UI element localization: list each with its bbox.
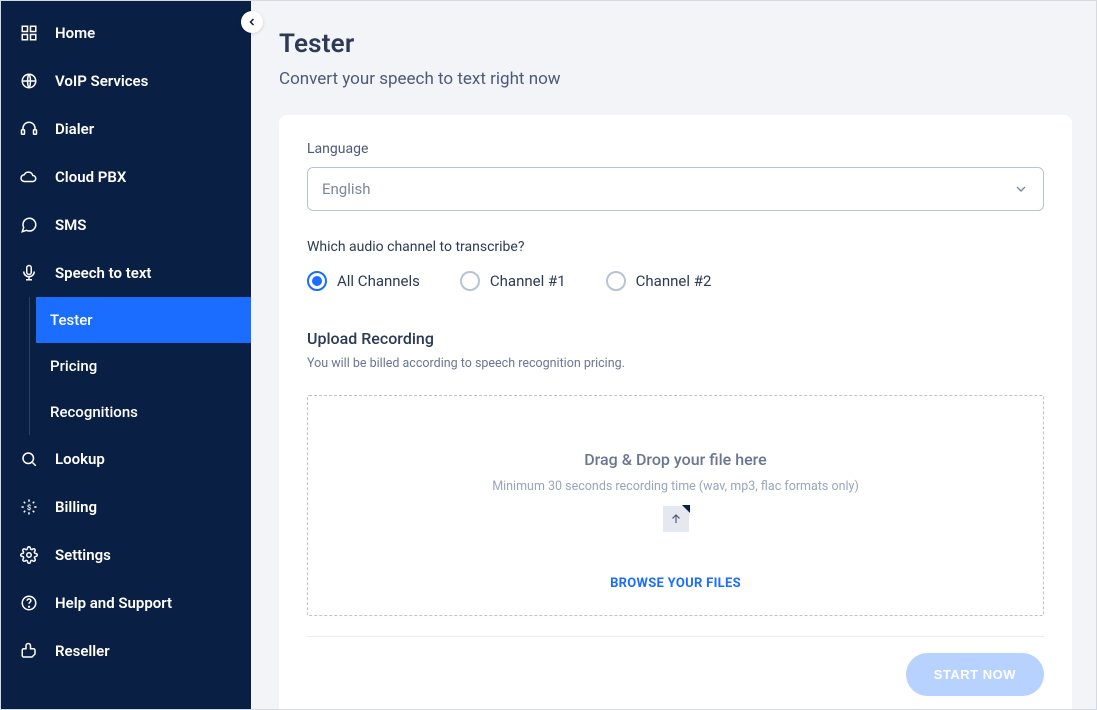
sidebar-item-sms[interactable]: SMS — [1, 201, 251, 249]
chevron-down-icon — [1013, 181, 1029, 197]
radio-circle-icon — [460, 271, 480, 291]
sidebar-subitem-recognitions[interactable]: Recognitions — [30, 389, 251, 435]
language-label: Language — [307, 141, 1044, 157]
sidebar-item-settings[interactable]: Settings — [1, 531, 251, 579]
channel-radio-group: All Channels Channel #1 Channel #2 — [307, 271, 1044, 291]
tester-card: Language English Which audio channel to … — [279, 115, 1072, 709]
sidebar-item-home[interactable]: Home — [1, 9, 251, 57]
start-now-button[interactable]: START NOW — [906, 653, 1044, 696]
sidebar-collapse-toggle[interactable] — [241, 11, 263, 33]
radio-label: All Channels — [337, 272, 420, 290]
radio-label: Channel #2 — [636, 272, 712, 290]
sidebar-item-label: VoIP Services — [55, 72, 148, 90]
svg-text:$: $ — [27, 503, 31, 512]
sidebar-item-billing[interactable]: $ Billing — [1, 483, 251, 531]
radio-all-channels[interactable]: All Channels — [307, 271, 420, 291]
wallet-icon: $ — [19, 497, 39, 517]
sidebar: Home VoIP Services Dialer Cloud PBX SMS … — [1, 1, 251, 709]
sidebar-item-speech-to-text[interactable]: Speech to text — [1, 249, 251, 297]
sidebar-item-help[interactable]: Help and Support — [1, 579, 251, 627]
card-divider — [307, 636, 1044, 637]
upload-dropzone[interactable]: Drag & Drop your file here Minimum 30 se… — [307, 395, 1044, 616]
gear-icon — [19, 545, 39, 565]
radio-channel-2[interactable]: Channel #2 — [606, 271, 712, 291]
upload-section-title: Upload Recording — [307, 329, 1044, 348]
sidebar-subitem-tester[interactable]: Tester — [36, 297, 251, 343]
radio-label: Channel #1 — [490, 272, 566, 290]
sidebar-item-label: Help and Support — [55, 594, 172, 612]
main-content: Tester Convert your speech to text right… — [251, 1, 1096, 709]
sidebar-item-label: Settings — [55, 546, 111, 564]
headset-icon — [19, 119, 39, 139]
sidebar-item-cloud-pbx[interactable]: Cloud PBX — [1, 153, 251, 201]
channel-question: Which audio channel to transcribe? — [307, 239, 1044, 255]
language-selected-value: English — [322, 180, 371, 198]
upload-file-icon — [663, 506, 689, 532]
cloud-icon — [19, 167, 39, 187]
sidebar-subitem-label: Pricing — [50, 357, 97, 375]
sidebar-item-label: Lookup — [55, 450, 105, 468]
sidebar-item-label: Billing — [55, 498, 97, 516]
sidebar-subitem-label: Recognitions — [50, 403, 138, 421]
card-actions: START NOW — [307, 653, 1044, 696]
page-subtitle: Convert your speech to text right now — [279, 69, 1072, 89]
sidebar-item-label: Home — [55, 24, 95, 42]
sidebar-subitem-label: Tester — [50, 311, 93, 329]
sidebar-item-label: Reseller — [55, 642, 110, 660]
sidebar-submenu-speech: Tester Pricing Recognitions — [29, 297, 251, 435]
sidebar-item-voip[interactable]: VoIP Services — [1, 57, 251, 105]
mic-icon — [19, 263, 39, 283]
question-icon — [19, 593, 39, 613]
page-title: Tester — [279, 29, 1072, 59]
sidebar-item-label: SMS — [55, 216, 86, 234]
dropzone-subtitle: Minimum 30 seconds recording time (wav, … — [492, 479, 859, 494]
sidebar-item-label: Speech to text — [55, 264, 151, 282]
radio-channel-1[interactable]: Channel #1 — [460, 271, 566, 291]
radio-circle-icon — [307, 271, 327, 291]
sidebar-item-label: Cloud PBX — [55, 168, 126, 186]
globe-icon — [19, 71, 39, 91]
upload-section-subtitle: You will be billed according to speech r… — [307, 356, 1044, 371]
thumb-icon — [19, 641, 39, 661]
search-icon — [19, 449, 39, 469]
radio-circle-icon — [606, 271, 626, 291]
sidebar-item-label: Dialer — [55, 120, 94, 138]
browse-files-link[interactable]: BROWSE YOUR FILES — [610, 576, 741, 591]
chat-icon — [19, 215, 39, 235]
chevron-left-icon — [246, 16, 258, 28]
sidebar-item-lookup[interactable]: Lookup — [1, 435, 251, 483]
dropzone-title: Drag & Drop your file here — [584, 450, 767, 469]
sidebar-item-reseller[interactable]: Reseller — [1, 627, 251, 675]
language-select[interactable]: English — [307, 167, 1044, 211]
sidebar-subitem-pricing[interactable]: Pricing — [30, 343, 251, 389]
grid-icon — [19, 23, 39, 43]
sidebar-item-dialer[interactable]: Dialer — [1, 105, 251, 153]
